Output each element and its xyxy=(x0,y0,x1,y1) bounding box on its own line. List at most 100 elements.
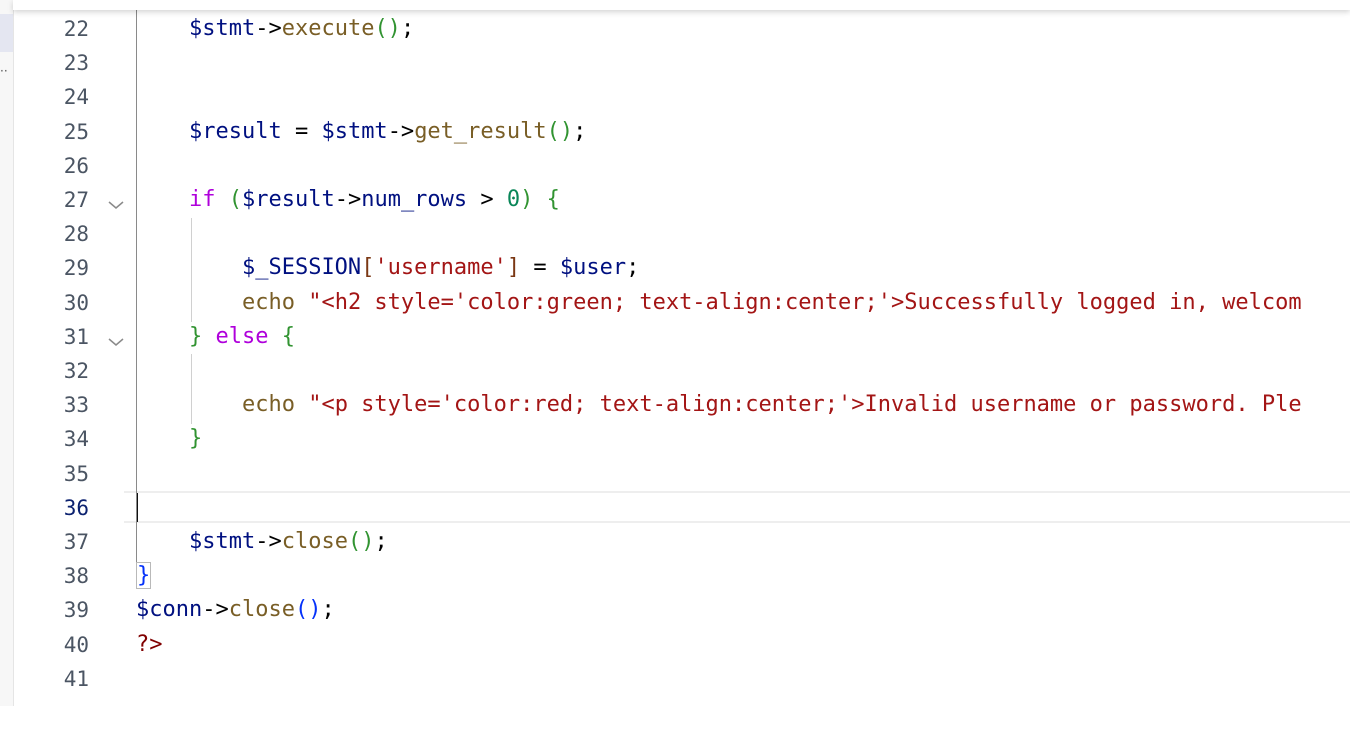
code-token: () xyxy=(546,118,574,144)
code-token: $_SESSION xyxy=(241,255,362,281)
code-token: ; xyxy=(400,16,415,41)
code-line[interactable]: 35 xyxy=(13,457,1350,491)
code-line[interactable]: 37 $stmt->close(); xyxy=(13,525,1350,559)
code-token: ; xyxy=(573,118,587,144)
code-token: = xyxy=(281,118,322,144)
code-token: > xyxy=(467,187,507,212)
code-token: "<h2 style='color:green; text-align:cent… xyxy=(308,289,1302,315)
code-text[interactable]: $result = $stmt->get_result(); xyxy=(136,118,586,146)
indent-guide-if-block xyxy=(191,218,192,322)
code-token: 0 xyxy=(506,187,521,212)
chevron-down-icon[interactable] xyxy=(107,329,125,346)
code-line[interactable]: 32 xyxy=(13,354,1350,388)
line-number: 37 xyxy=(63,530,89,554)
code-text[interactable]: echo "<p style='color:red; text-align:ce… xyxy=(136,391,1302,419)
line-number: 24 xyxy=(63,85,89,110)
code-line[interactable]: 30 echo "<h2 style='color:green; text-al… xyxy=(13,286,1350,320)
code-line[interactable]: 24 xyxy=(13,80,1350,114)
code-token: $result xyxy=(188,118,282,144)
code-line[interactable]: 23 xyxy=(13,46,1350,80)
line-number: 27 xyxy=(63,188,89,212)
line-number: 31 xyxy=(63,324,89,349)
code-token: { xyxy=(546,187,560,212)
indent-guide-outer xyxy=(136,10,137,562)
code-line[interactable]: 27 if ($result->num_rows > 0) { xyxy=(13,183,1350,217)
code-token: $conn xyxy=(136,597,203,623)
line-number: 35 xyxy=(63,461,89,486)
code-line[interactable]: 39 $conn->close(); xyxy=(13,593,1350,627)
code-line[interactable]: 33 echo "<p style='color:red; text-align… xyxy=(13,388,1350,422)
code-line[interactable]: 41 xyxy=(13,662,1350,696)
code-text[interactable]: $_SESSION['username'] = $user; xyxy=(136,254,639,282)
code-token: ; xyxy=(374,529,388,554)
code-text[interactable]: echo "<h2 style='color:green; text-align… xyxy=(136,289,1302,317)
code-token: $stmt xyxy=(321,118,388,144)
current-line-highlight xyxy=(124,491,1350,523)
code-line[interactable]: 38} xyxy=(13,559,1350,593)
line-number: 39 xyxy=(63,598,89,623)
more-icon[interactable]: ·· xyxy=(0,64,8,78)
code-token: } xyxy=(188,323,203,349)
code-token: echo xyxy=(241,392,295,418)
code-text[interactable]: $stmt->close(); xyxy=(136,528,388,556)
code-token: if xyxy=(188,187,216,212)
code-token: ; xyxy=(321,597,335,623)
code-token: ?> xyxy=(136,631,163,657)
code-text[interactable]: } else { xyxy=(136,323,295,351)
code-line[interactable]: 29 $_SESSION['username'] = $user; xyxy=(13,251,1350,285)
line-number: 22 xyxy=(63,17,89,41)
code-token: 'username' xyxy=(374,255,507,281)
line-number: 30 xyxy=(63,290,89,315)
code-token: -> xyxy=(255,529,282,554)
code-token: $stmt xyxy=(188,16,256,41)
code-line[interactable]: 40 ?> xyxy=(13,628,1350,662)
code-token: -> xyxy=(202,597,229,623)
code-token: "<p style='color:red; text-align:center;… xyxy=(308,392,1302,418)
code-text[interactable]: if ($result->num_rows > 0) { xyxy=(136,186,560,214)
code-token: $user xyxy=(559,255,627,281)
code-editor[interactable]: ·· 22 $stmt->execute(); 23 24 25 $result = … xyxy=(0,0,1350,747)
code-text[interactable]: $conn->close(); xyxy=(136,596,335,624)
code-token: $result xyxy=(241,187,335,212)
code-line[interactable]: 22 $stmt->execute(); xyxy=(13,12,1350,46)
code-token: () xyxy=(294,597,322,623)
line-number: 36 xyxy=(63,495,89,520)
code-token: $stmt xyxy=(188,529,256,554)
line-number: 41 xyxy=(63,666,89,691)
code-line[interactable]: 31 } else { xyxy=(13,320,1350,354)
code-text[interactable]: } xyxy=(136,425,202,453)
code-token: () xyxy=(374,16,401,41)
code-text[interactable]: } xyxy=(136,562,152,590)
line-number: 34 xyxy=(63,427,89,452)
code-text[interactable]: $stmt->execute(); xyxy=(136,15,414,43)
activity-strip: ·· xyxy=(0,0,14,706)
indent-guide-else-block xyxy=(191,354,192,424)
code-text[interactable]: ?> xyxy=(136,631,163,659)
code-line[interactable]: 34 } xyxy=(13,422,1350,456)
code-token: ] xyxy=(506,255,521,281)
code-line[interactable]: 25 $result = $stmt->get_result(); xyxy=(13,115,1350,149)
code-line[interactable]: 28 xyxy=(13,217,1350,251)
code-token: } xyxy=(136,562,152,590)
code-token: else xyxy=(215,323,269,349)
code-line[interactable]: 26 xyxy=(13,149,1350,183)
code-token: num_rows xyxy=(361,187,468,212)
code-token: = xyxy=(520,255,560,281)
code-token: close xyxy=(228,597,295,623)
code-token: -> xyxy=(255,16,282,41)
chevron-down-icon[interactable] xyxy=(107,192,125,209)
code-token: () xyxy=(347,529,375,554)
line-number: 25 xyxy=(63,119,89,144)
code-token: [ xyxy=(361,255,375,281)
